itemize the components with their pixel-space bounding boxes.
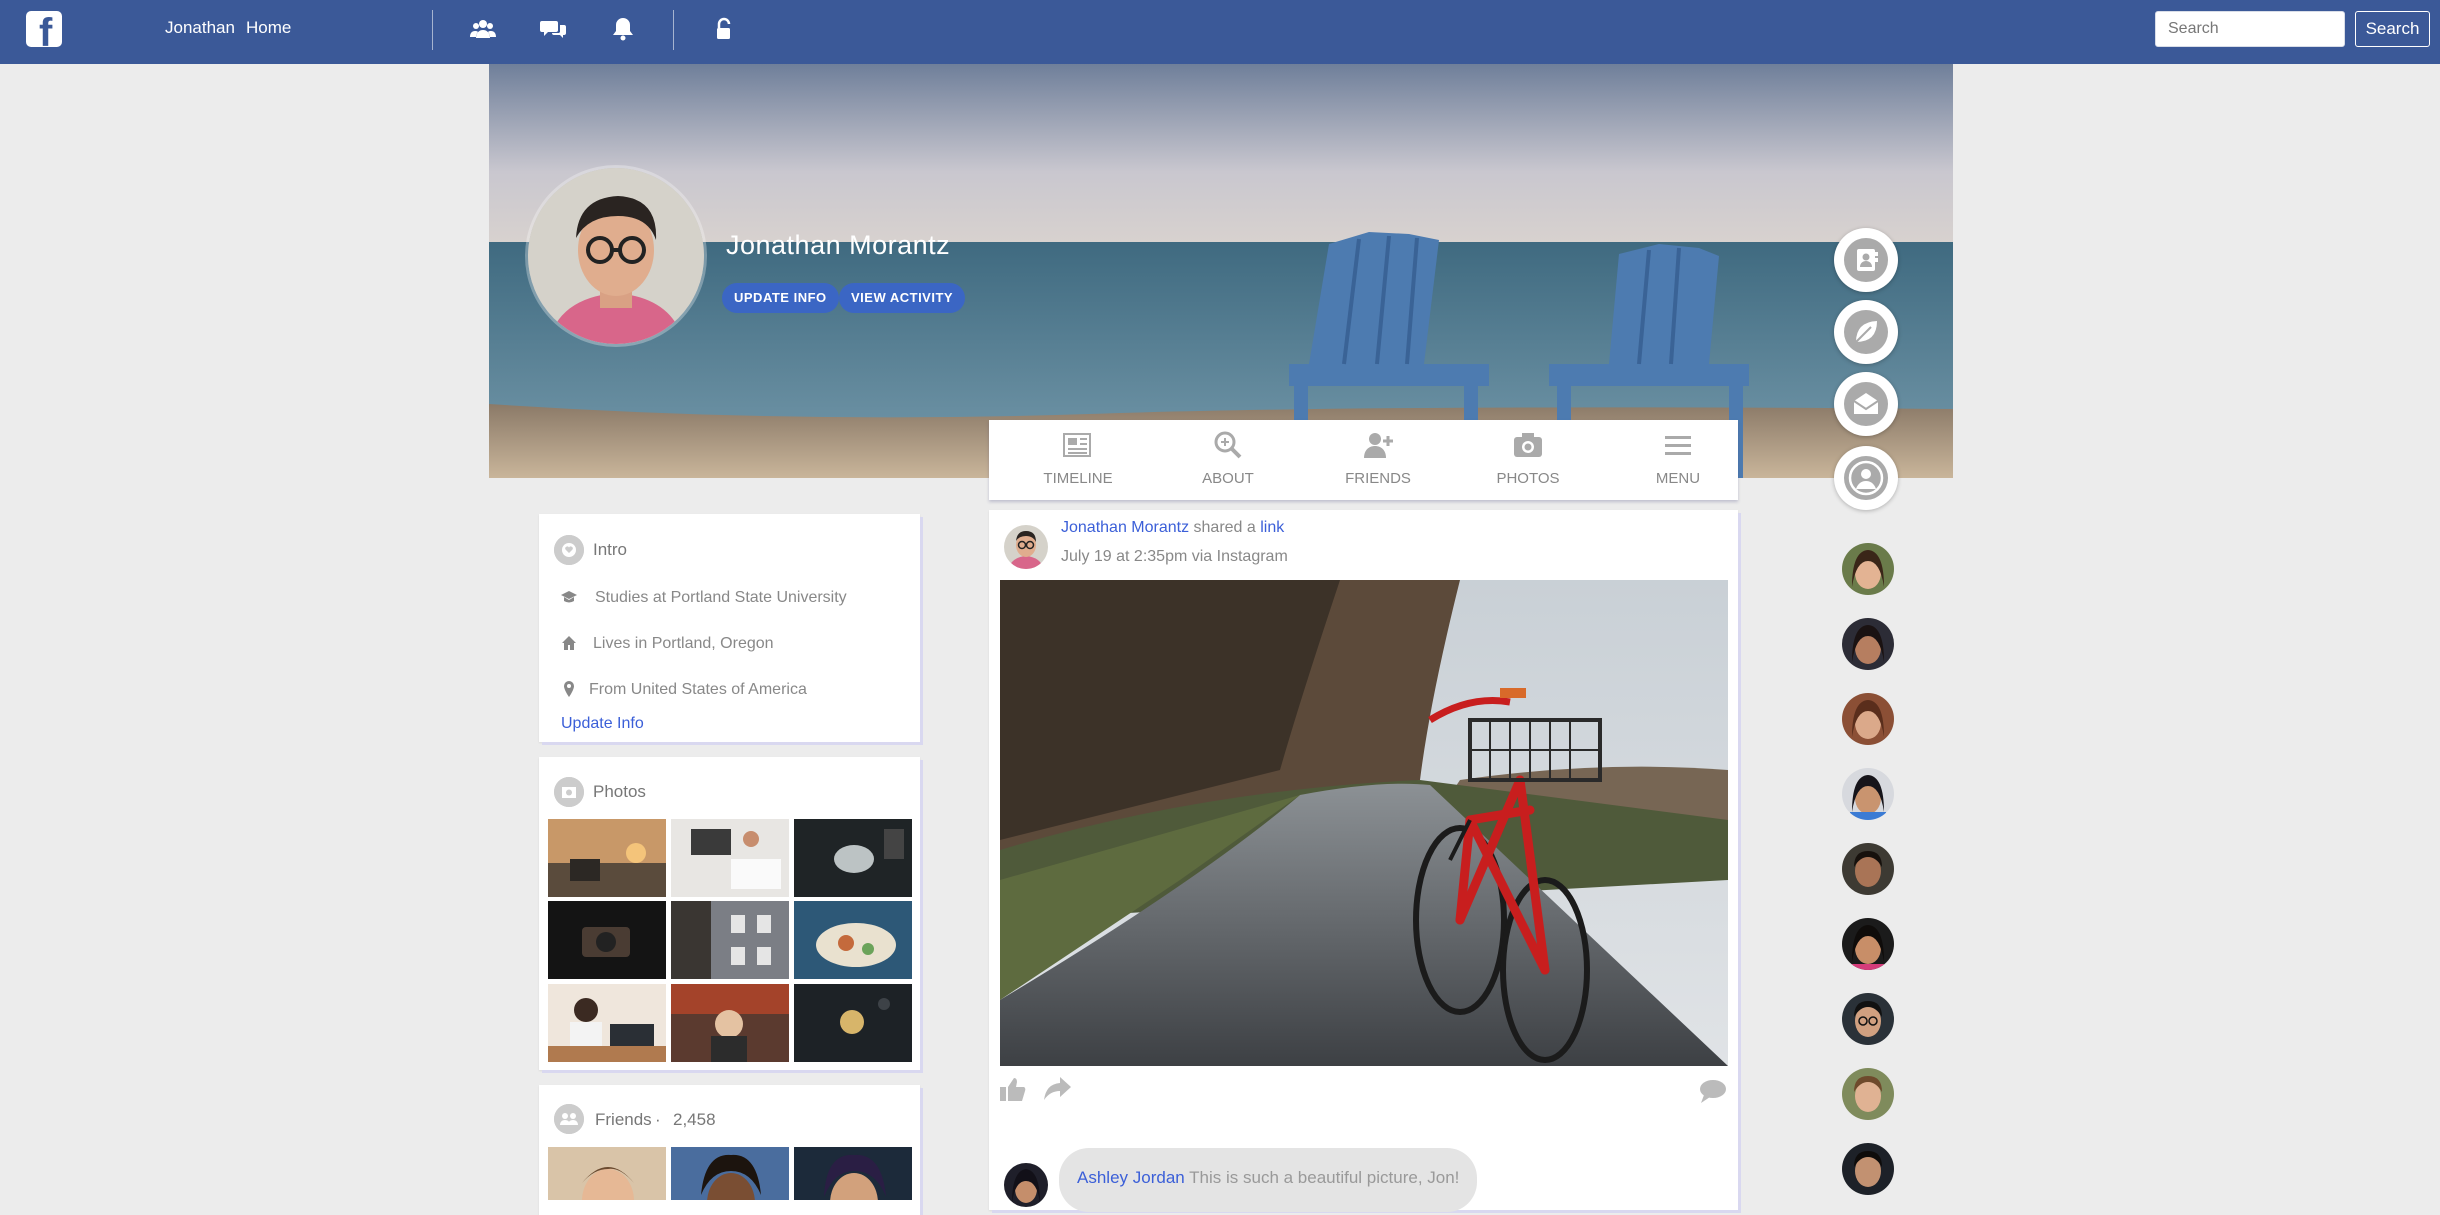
chat-friend-avatar[interactable] [1842, 693, 1894, 745]
contacts-button[interactable] [1834, 228, 1898, 292]
contacts-icon [1844, 238, 1888, 282]
friends-separator: · [655, 1110, 661, 1129]
friends-icon[interactable] [470, 16, 496, 42]
chat-friend-avatar[interactable] [1842, 543, 1894, 595]
photo-thumbnail[interactable] [794, 819, 912, 897]
profile-name: Jonathan Morantz [726, 230, 951, 260]
photo-thumbnail[interactable] [794, 984, 912, 1062]
post-image[interactable] [1000, 580, 1728, 1066]
post-timestamp: July 19 at 2:35pm via Instagram [1061, 548, 1288, 565]
chat-friend-avatar[interactable] [1842, 993, 1894, 1045]
friend-thumbnail[interactable] [794, 1147, 912, 1200]
friend-thumbnail[interactable] [671, 1147, 789, 1200]
photo-album-icon [554, 777, 584, 807]
mail-button[interactable] [1834, 372, 1898, 436]
chat-friend-avatar[interactable] [1842, 1068, 1894, 1120]
update-info-button[interactable]: UPDATE INFO [722, 283, 839, 313]
camera-icon [1514, 433, 1542, 457]
search-button[interactable]: Search [2355, 11, 2430, 47]
chat-friend-avatar[interactable] [1842, 768, 1894, 820]
comment-bubble: Ashley Jordan This is such a beautiful p… [1059, 1148, 1478, 1212]
chat-friend-avatar[interactable] [1842, 843, 1894, 895]
search-input[interactable] [2155, 11, 2345, 47]
intro-location: Lives in Portland, Oregon [593, 635, 774, 652]
nav-home-link[interactable]: Home [246, 18, 291, 38]
photo-thumbnail[interactable] [671, 901, 789, 979]
chat-friend-avatar[interactable] [1842, 618, 1894, 670]
user-icon [1844, 456, 1888, 500]
facebook-logo-icon[interactable]: f [26, 11, 62, 47]
profile-button[interactable] [1834, 446, 1898, 510]
intro-hometown: From United States of America [589, 681, 807, 698]
friend-thumbnail[interactable] [548, 1147, 666, 1200]
view-activity-button[interactable]: VIEW ACTIVITY [839, 283, 966, 313]
friends-count: 2,458 [673, 1110, 716, 1129]
add-friend-icon [1364, 433, 1393, 458]
notifications-icon[interactable] [610, 16, 636, 42]
leaf-button[interactable] [1834, 300, 1898, 364]
chat-friend-avatar[interactable] [1842, 1143, 1894, 1195]
newspaper-icon [1063, 433, 1091, 457]
tab-label: FRIENDS [1345, 470, 1411, 487]
tab-label: MENU [1655, 470, 1701, 487]
cover-photo [489, 64, 1953, 478]
leaf-icon [1844, 310, 1888, 354]
like-icon[interactable] [998, 1075, 1028, 1105]
tab-about[interactable]: ABOUT [1153, 420, 1303, 500]
mail-icon [1844, 382, 1888, 426]
photo-thumbnail[interactable] [794, 901, 912, 979]
nav-divider [673, 10, 674, 50]
friends-group-icon [554, 1104, 584, 1134]
post-shared-link[interactable]: link [1260, 519, 1284, 536]
menu-icon [1665, 436, 1691, 455]
comment-text: This is such a beautiful picture, Jon! [1189, 1168, 1460, 1187]
intro-title: Intro [593, 540, 628, 559]
tab-label: TIMELINE [1043, 470, 1113, 487]
nav-divider [432, 10, 433, 50]
profile-tab-bar: TIMELINE ABOUT FRIENDS PHOTOS MENU [989, 420, 1738, 500]
tab-timeline[interactable]: TIMELINE [1003, 420, 1153, 500]
tab-label: ABOUT [1202, 470, 1254, 487]
intro-education: Studies at Portland State University [595, 589, 847, 606]
photo-thumbnail[interactable] [548, 984, 666, 1062]
search-icon [1214, 431, 1242, 459]
nav-profile-link[interactable]: Jonathan [165, 18, 235, 38]
share-icon[interactable] [1042, 1073, 1072, 1103]
photos-title: Photos [593, 782, 646, 801]
post-author-link[interactable]: Jonathan Morantz [1061, 519, 1189, 536]
friends-title: Friends [595, 1110, 652, 1129]
top-navbar: f Jonathan Home Search [0, 0, 2440, 64]
chat-friend-avatar[interactable] [1842, 918, 1894, 970]
update-info-link[interactable]: Update Info [561, 715, 644, 733]
lock-icon[interactable] [711, 16, 737, 42]
post-action-text: shared a [1193, 519, 1256, 536]
photo-thumbnail[interactable] [548, 819, 666, 897]
profile-avatar[interactable] [528, 168, 704, 344]
messages-icon[interactable] [540, 16, 566, 42]
tab-photos[interactable]: PHOTOS [1453, 420, 1603, 500]
commenter-avatar[interactable] [1004, 1163, 1048, 1207]
graduation-cap-icon [560, 588, 578, 606]
tab-friends[interactable]: FRIENDS [1303, 420, 1453, 500]
photo-thumbnail[interactable] [548, 901, 666, 979]
home-icon [560, 634, 578, 652]
post-header: Jonathan Morantz shared a link [1061, 519, 1284, 537]
tab-label: PHOTOS [1496, 470, 1560, 487]
comment-author-link[interactable]: Ashley Jordan [1077, 1168, 1185, 1187]
post-author-avatar[interactable] [1004, 525, 1048, 569]
photo-thumbnail[interactable] [671, 984, 789, 1062]
heart-icon [554, 535, 584, 565]
photo-thumbnail[interactable] [671, 819, 789, 897]
comment-icon[interactable] [1698, 1076, 1728, 1106]
map-pin-icon [560, 680, 578, 698]
tab-menu[interactable]: MENU [1603, 420, 1753, 500]
